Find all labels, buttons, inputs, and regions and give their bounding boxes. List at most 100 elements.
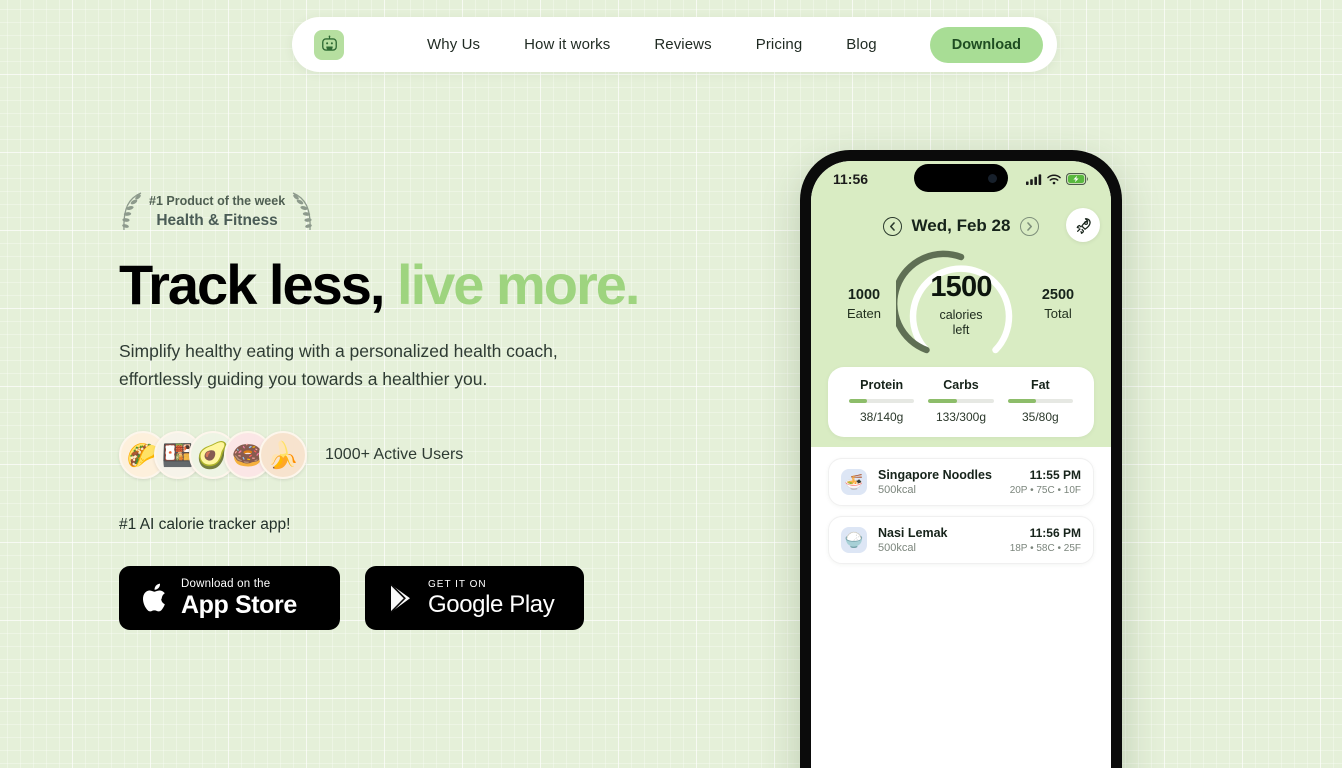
app-header-area: 11:56 Wed, Feb 28 1000 Eaten 1500 calori… <box>811 161 1111 447</box>
macro-carbs-bar <box>928 399 994 403</box>
eaten-stat: 1000 Eaten <box>835 287 893 321</box>
store-buttons: Download on the App Store GET IT ON Goog… <box>119 566 739 631</box>
macro-fat-value: 35/80g <box>1021 410 1059 424</box>
calories-left-label-2: left <box>952 323 970 337</box>
nav-link-reviews[interactable]: Reviews <box>654 36 711 53</box>
food-info: Nasi Lemak 500kcal <box>878 526 1010 554</box>
rocket-action-button[interactable] <box>1066 208 1100 242</box>
noodles-thumb-icon: 🍜 <box>841 469 867 495</box>
headline-accent: live more. <box>397 253 640 316</box>
rice-thumb-icon: 🍚 <box>841 527 867 553</box>
macro-carbs: Carbs 133/300g <box>921 378 1000 424</box>
eaten-label: Eaten <box>847 306 881 321</box>
nav-link-blog[interactable]: Blog <box>846 36 876 53</box>
banana-avatar-icon: 🍌 <box>266 440 300 471</box>
robot-face-icon <box>321 35 337 51</box>
food-name: Singapore Noodles <box>878 468 992 482</box>
macro-protein-bar <box>849 399 915 403</box>
wifi-icon <box>1047 174 1061 184</box>
total-label: Total <box>1044 306 1072 321</box>
food-time: 11:56 PM <box>1029 526 1081 540</box>
date-navigation: Wed, Feb 28 <box>811 208 1111 242</box>
macro-fat: Fat 35/80g <box>1001 378 1080 424</box>
laurel-left-icon <box>122 192 142 231</box>
active-users-label: 1000+ Active Users <box>325 446 464 464</box>
current-date-label: Wed, Feb 28 <box>911 216 1011 235</box>
nav-links: Why Us How it works Reviews Pricing Blog <box>427 36 877 53</box>
food-log-list: 🍜 Singapore Noodles 500kcal 11:55 PM 20P… <box>811 447 1111 564</box>
app-store-small-label: Download on the <box>181 577 271 590</box>
hero-tagline: #1 AI calorie tracker app! <box>119 516 291 534</box>
calorie-summary: 1000 Eaten 1500 calories left 2500 Total <box>811 241 1111 361</box>
award-line-1: #1 Product of the week <box>149 194 286 209</box>
apple-logo-icon <box>142 584 165 612</box>
food-info: Singapore Noodles 500kcal <box>878 468 1010 496</box>
food-kcal: 500kcal <box>878 484 916 496</box>
macros-card: Protein 38/140g Carbs 133/300g Fat 35/80… <box>828 367 1094 437</box>
laurel-right-icon <box>292 192 312 231</box>
macro-fat-bar <box>1007 399 1073 403</box>
ring-center-label: 1500 calories left <box>896 240 1026 368</box>
next-day-button[interactable] <box>1020 216 1040 236</box>
macro-carbs-value: 133/300g <box>935 410 987 424</box>
app-logo[interactable] <box>314 29 344 60</box>
total-stat: 2500 Total <box>1029 287 1087 321</box>
social-proof: 🌮 🍱 🥑 🍩 🍌 1000+ Active Users <box>119 431 739 480</box>
status-icons <box>1026 173 1089 185</box>
food-macros: 18P • 58C • 25F <box>1009 543 1081 554</box>
macro-protein-fill <box>849 399 867 403</box>
dynamic-island <box>914 164 1008 192</box>
page-title: Track less, live more. <box>119 253 739 316</box>
chevron-right-icon <box>1027 221 1033 231</box>
google-play-big-label: Google Play <box>428 590 555 618</box>
list-item[interactable]: 🍚 Nasi Lemak 500kcal 11:56 PM 18P • 58C … <box>828 516 1094 564</box>
macro-fat-name: Fat <box>1030 378 1050 392</box>
chevron-left-icon <box>889 221 895 231</box>
status-time: 11:56 <box>833 171 869 187</box>
app-store-text: Download on the App Store <box>181 577 297 620</box>
macro-protein-value: 38/140g <box>859 410 904 424</box>
food-meta: 11:55 PM 20P • 75C • 10F <box>1010 468 1081 496</box>
app-store-big-label: App Store <box>181 591 297 620</box>
macro-protein: Protein 38/140g <box>842 378 921 424</box>
status-bar: 11:56 <box>811 161 1111 197</box>
food-macros: 20P • 75C • 10F <box>1009 485 1081 496</box>
nav-link-pricing[interactable]: Pricing <box>756 36 803 53</box>
front-camera-icon <box>988 173 997 183</box>
macro-protein-name: Protein <box>860 378 904 392</box>
battery-charging-icon <box>1066 173 1088 185</box>
avatar: 🍌 <box>259 431 307 480</box>
list-item[interactable]: 🍜 Singapore Noodles 500kcal 11:55 PM 20P… <box>828 458 1094 506</box>
nav-link-why-us[interactable]: Why Us <box>427 36 480 53</box>
total-value: 2500 <box>1041 287 1075 303</box>
phone-mockup: 11:56 Wed, Feb 28 1000 Eaten 1500 calori… <box>800 150 1122 768</box>
google-play-small-label: GET IT ON <box>428 578 487 590</box>
main-navbar: Why Us How it works Reviews Pricing Blog… <box>292 17 1057 72</box>
macro-carbs-name: Carbs <box>943 378 979 392</box>
rocket-icon <box>1076 217 1091 234</box>
food-time: 11:55 PM <box>1029 468 1081 482</box>
food-kcal: 500kcal <box>878 542 916 554</box>
eaten-value: 1000 <box>847 287 881 303</box>
award-badge: #1 Product of the week Health & Fitness <box>119 190 739 234</box>
award-line-2: Health & Fitness <box>156 211 278 229</box>
phone-screen: 11:56 Wed, Feb 28 1000 Eaten 1500 calori… <box>811 161 1111 768</box>
hero-subheadline: Simplify healthy eating with a personali… <box>119 340 558 390</box>
food-name: Nasi Lemak <box>878 526 948 540</box>
avatar-stack: 🌮 🍱 🥑 🍩 🍌 <box>119 431 307 480</box>
google-play-button[interactable]: GET IT ON Google Play <box>365 566 584 631</box>
calorie-ring: 1500 calories left <box>896 240 1026 368</box>
cellular-signal-icon <box>1026 173 1042 185</box>
award-text: #1 Product of the week Health & Fitness <box>149 194 285 229</box>
download-button[interactable]: Download <box>929 26 1043 63</box>
hero-section: #1 Product of the week Health & Fitness … <box>119 190 739 631</box>
headline-dark: Track less, <box>119 253 385 316</box>
nav-link-how-it-works[interactable]: How it works <box>524 36 610 53</box>
google-play-text: GET IT ON Google Play <box>428 578 555 618</box>
prev-day-button[interactable] <box>882 216 902 236</box>
food-meta: 11:56 PM 18P • 58C • 25F <box>1010 526 1081 554</box>
app-store-button[interactable]: Download on the App Store <box>119 566 340 631</box>
google-play-icon <box>390 583 410 613</box>
calories-left-label-1: calories <box>939 308 983 322</box>
macro-carbs-fill <box>928 399 958 403</box>
